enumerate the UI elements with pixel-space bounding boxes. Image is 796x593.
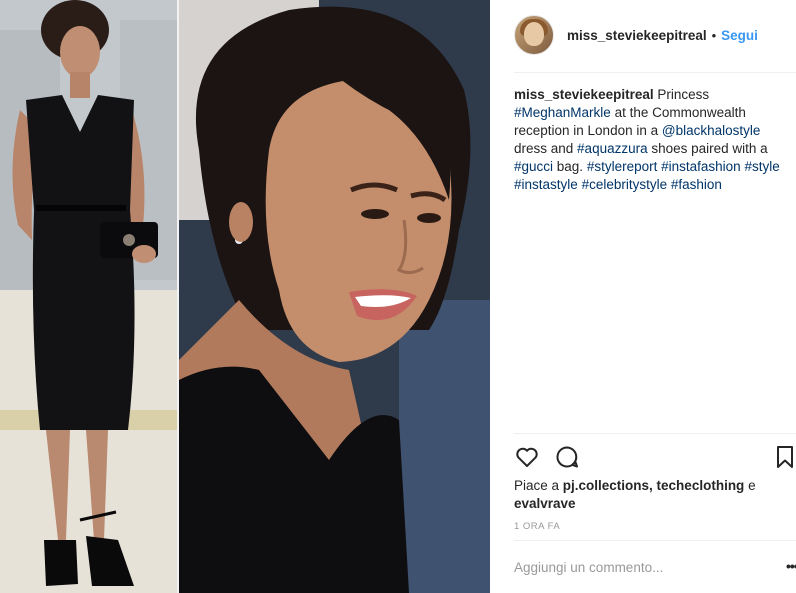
- hashtag-link[interactable]: #style: [744, 159, 779, 174]
- post-side-panel: miss_steviekeepitreal • Segui miss_stevi…: [490, 0, 796, 593]
- heart-icon[interactable]: [514, 444, 540, 470]
- likes-users-link[interactable]: pj.collections, techeclothing: [563, 478, 745, 493]
- hashtag-link[interactable]: #fashion: [671, 177, 722, 192]
- separator-dot: •: [711, 27, 717, 43]
- actions-divider: [514, 433, 796, 434]
- more-options-icon[interactable]: •••: [786, 558, 796, 574]
- hashtag-link[interactable]: #gucci: [514, 159, 553, 174]
- bookmark-icon[interactable]: [772, 444, 796, 470]
- post-image[interactable]: [0, 0, 490, 593]
- header-divider: [514, 72, 796, 73]
- avatar[interactable]: [514, 15, 554, 55]
- figure-illustration: [0, 0, 177, 593]
- caption-text: Princess: [653, 87, 710, 102]
- post-timestamp[interactable]: 1 ORA FA: [514, 521, 560, 532]
- likes-prefix: Piace a: [514, 478, 563, 493]
- mention-link[interactable]: @blackhalostyle: [662, 123, 761, 138]
- caption-username[interactable]: miss_steviekeepitreal: [514, 87, 654, 102]
- likes-summary: Piace a pj.collections, techeclothing e …: [514, 477, 784, 513]
- hashtag-link[interactable]: #aquazzura: [577, 141, 648, 156]
- likes-last-user-link[interactable]: evalvrave: [514, 496, 576, 511]
- image-panel-full-length: [0, 0, 177, 593]
- avatar-face: [524, 22, 544, 46]
- comment-divider: [514, 540, 796, 541]
- comment-input[interactable]: [514, 556, 764, 578]
- post-header: miss_steviekeepitreal • Segui: [514, 14, 790, 56]
- caption-text: dress and: [514, 141, 578, 156]
- caption-text: bag.: [553, 159, 587, 174]
- image-panel-portrait: [179, 0, 490, 593]
- post-actions: [514, 444, 796, 470]
- portrait-illustration: [179, 0, 490, 593]
- caption-text: shoes paired with a: [647, 141, 768, 156]
- hashtag-link[interactable]: #instafashion: [661, 159, 741, 174]
- hashtag-link[interactable]: #MeghanMarkle: [514, 105, 611, 120]
- username-link[interactable]: miss_steviekeepitreal: [567, 28, 707, 43]
- comment-icon[interactable]: [554, 444, 580, 470]
- hashtag-link[interactable]: #celebritystyle: [582, 177, 668, 192]
- follow-button[interactable]: Segui: [721, 28, 758, 43]
- hashtag-link[interactable]: #stylereport: [587, 159, 658, 174]
- post-caption: miss_steviekeepitreal Princess #MeghanMa…: [514, 86, 792, 194]
- likes-conj: e: [744, 478, 756, 493]
- hashtag-link[interactable]: #instastyle: [514, 177, 578, 192]
